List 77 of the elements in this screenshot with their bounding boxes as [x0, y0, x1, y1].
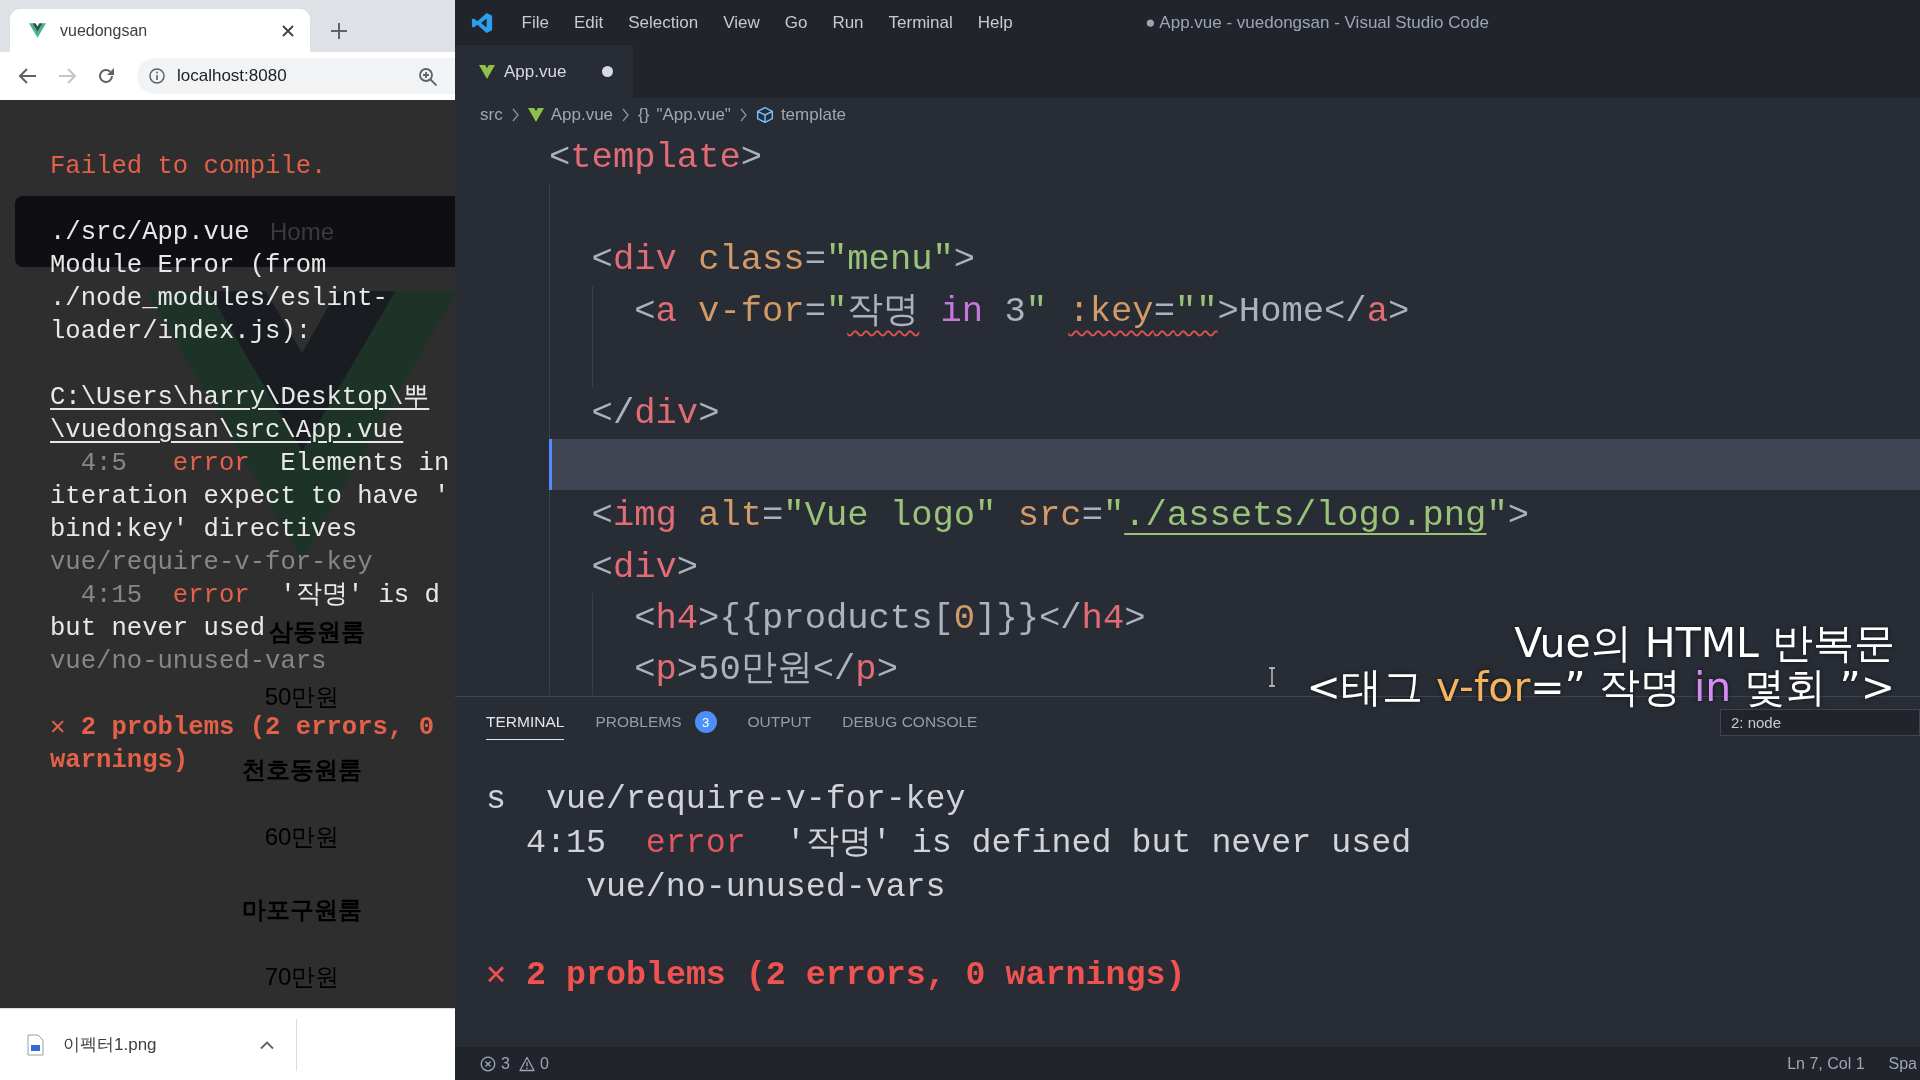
menu-item[interactable]: Selection — [615, 12, 711, 33]
file-path: C:\Users\harry\Desktop\뿌 — [50, 382, 430, 414]
address-bar[interactable]: localhost:8080 — [137, 58, 455, 94]
problems-status[interactable]: 3 0 — [480, 1054, 549, 1073]
breadcrumb-item[interactable]: template — [755, 105, 847, 125]
chevron-right-icon — [738, 108, 748, 122]
code-line: </div> — [591, 391, 720, 436]
indentation-status[interactable]: Spa — [1888, 1054, 1917, 1073]
error-message: 4:5 error Elements in — [80, 448, 450, 480]
error-message: vue/no-unused-vars — [50, 646, 327, 678]
plus-icon[interactable] — [331, 23, 347, 39]
app-logo-icon[interactable] — [471, 11, 493, 34]
v-logo-icon — [527, 108, 544, 122]
v-logo-icon — [479, 64, 495, 79]
breadcrumb-item[interactable]: App.vue — [527, 105, 614, 125]
terminal-line: 4:15 error '작명' is defined but never used — [525, 823, 1412, 864]
error-message: vue/require-v-for-key — [50, 547, 373, 579]
code-line: <div> — [591, 545, 699, 590]
code-line: <template> — [549, 136, 763, 180]
code-line: <h4>{{products[0]}}</h4> — [634, 596, 1146, 641]
cursor-position-status[interactable]: Ln 7, Col 1 — [1787, 1054, 1865, 1073]
info-icon[interactable] — [149, 68, 165, 84]
close-icon[interactable] — [282, 24, 294, 37]
zoom-in-icon[interactable] — [418, 66, 437, 86]
chevron-up-icon[interactable] — [260, 1039, 274, 1050]
code-line: <img alt="Vue logo" src="./assets/logo.png"> — [591, 494, 1530, 539]
problems-summary: ✕ 2 problems (2 errors, 0 — [50, 712, 435, 744]
breadcrumb-item[interactable]: src — [480, 105, 503, 125]
browser-tab[interactable]: vuedongsan — [10, 9, 310, 52]
reload-icon[interactable] — [96, 66, 116, 86]
chevron-right-icon — [621, 108, 631, 122]
menu-item[interactable]: Help — [965, 12, 1026, 33]
code-line: <p>50만원</p> — [634, 647, 898, 692]
menu-item[interactable]: Run — [819, 12, 877, 33]
error-message: bind:key' directives — [50, 514, 358, 546]
v-logo-icon — [29, 23, 46, 38]
download-item[interactable]: 이펙터1.png — [0, 1016, 296, 1073]
caption-text: <태그 v-for=” 작명 in 몇회 ”> — [1306, 665, 1895, 709]
error-message: 4:15 error '작명' is d — [80, 580, 440, 612]
chevron-right-icon — [510, 108, 520, 122]
error-message: but never used — [50, 613, 266, 645]
terminal-line: s vue/require-v-for-key — [486, 779, 966, 820]
i-beam-cursor-icon — [1268, 667, 1276, 687]
window-title: ● App.vue - vuedongsan - Visual Studio Code — [1145, 12, 1489, 33]
menu-item[interactable]: File — [509, 12, 562, 33]
editor-tab[interactable]: App.vue — [455, 45, 633, 98]
menu-item[interactable]: Terminal — [876, 12, 966, 33]
file-path: \vuedongsan\src\App.vue — [50, 415, 404, 447]
terminal-line: vue/no-unused-vars — [585, 867, 946, 908]
error-message: iteration expect to have ' — [50, 481, 450, 513]
panel-tab[interactable]: PROBLEMS 3 — [595, 704, 717, 740]
problems-summary: warnings) — [50, 745, 189, 777]
error-message: ./node_modules/eslint- — [50, 283, 388, 315]
code-line: <a v-for="작명 in 3" :key="">Home</a> — [634, 289, 1410, 334]
count-badge: 3 — [694, 711, 717, 733]
braces-icon: {} — [638, 105, 650, 125]
panel-tab[interactable]: OUTPUT — [747, 704, 812, 740]
cube-icon — [755, 106, 774, 124]
panel-tab[interactable]: TERMINAL — [486, 704, 565, 740]
caption-text: Vue의 HTML 반복문 — [1514, 621, 1895, 665]
error-title: Failed to compile. — [50, 151, 327, 183]
image-file-icon — [27, 1033, 44, 1056]
problems-summary: ✕ 2 problems (2 errors, 0 warnings) — [486, 955, 1186, 996]
error-message: ./src/App.vue — [50, 217, 250, 249]
menu-item[interactable]: Go — [772, 12, 820, 33]
code-line: <div class="menu"> — [591, 238, 976, 283]
breadcrumb-item[interactable]: {} "App.vue" — [638, 105, 731, 125]
error-message: Module Error (from — [50, 250, 327, 282]
panel-tab[interactable]: DEBUG CONSOLE — [842, 704, 978, 740]
text-cursor — [549, 439, 552, 491]
menu-item[interactable]: View — [710, 12, 773, 33]
error-message: loader/index.js): — [50, 316, 312, 348]
terminal-select[interactable]: 2: node — [1720, 708, 1920, 736]
warning-icon — [518, 1055, 535, 1072]
error-circle-icon — [480, 1055, 496, 1072]
back-arrow-icon[interactable] — [18, 66, 38, 86]
menu-item[interactable]: Edit — [561, 12, 616, 33]
